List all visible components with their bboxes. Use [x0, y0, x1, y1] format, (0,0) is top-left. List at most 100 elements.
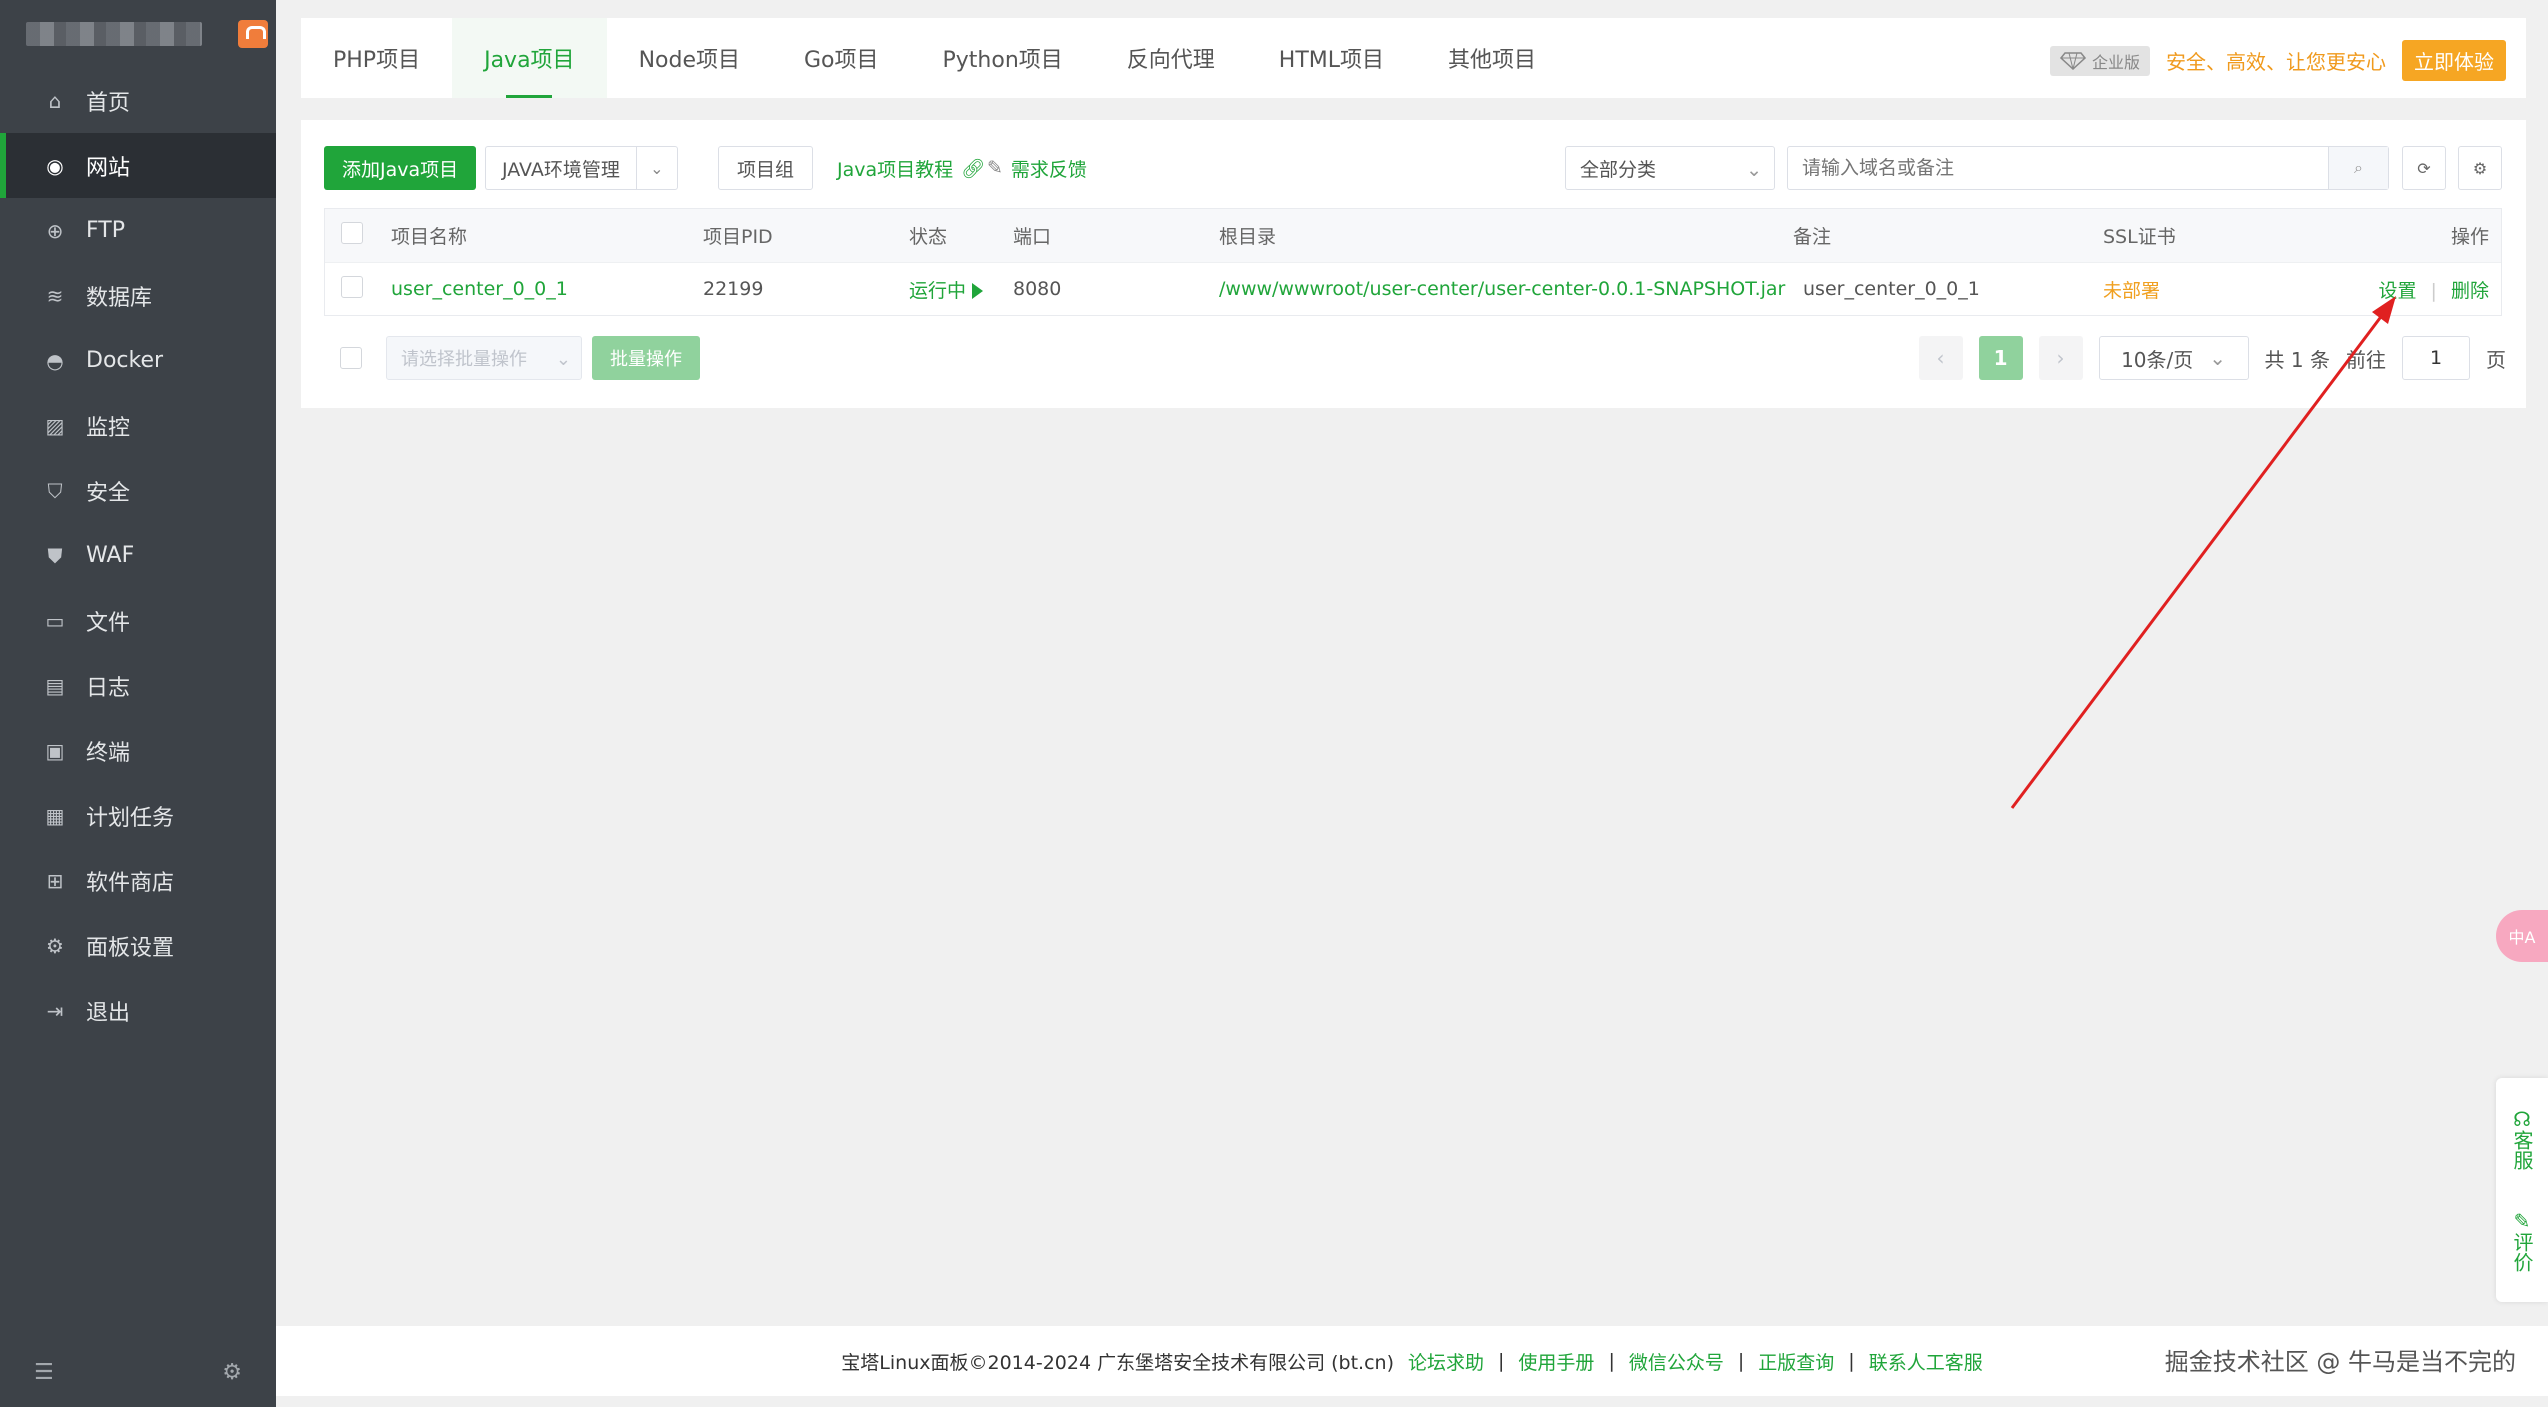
category-select[interactable]: 全部分类 ⌄ [1565, 146, 1775, 190]
translate-icon[interactable]: 中A [2496, 910, 2548, 962]
col-pid: 项目PID [703, 226, 773, 248]
sidebar-settings-icon[interactable]: ⚙ [222, 1360, 242, 1385]
tab-php[interactable]: PHP项目 [301, 18, 452, 98]
sidebar-item-7[interactable]: ⛊ WAF [0, 523, 276, 588]
tab-node[interactable]: Node项目 [607, 18, 772, 98]
project-panel: 添加Java项目 JAVA环境管理 ⌄ 项目组 Java项目教程 🔗︎ ✎ 需求… [301, 120, 2526, 408]
chevron-down-icon: ⌄ [555, 349, 571, 370]
bulk-action-placeholder: 请选择批量操作 [401, 349, 527, 370]
chevron-down-icon: ⌄ [1746, 159, 1762, 181]
tab-java[interactable]: Java项目 [452, 18, 607, 98]
sidebar-item-label: 面板设置 [86, 935, 175, 961]
col-root: 根目录 [1219, 226, 1277, 248]
feedback-link[interactable]: ✎ 需求反馈 [987, 146, 1087, 190]
sidebar-item-11[interactable]: ▦ 计划任务 [0, 783, 276, 848]
sidebar-item-2[interactable]: ⊕ FTP [0, 198, 276, 263]
project-group-button[interactable]: 项目组 [718, 146, 814, 190]
page-size-value: 10条/页 [2121, 347, 2194, 372]
sidebar-item-label: 数据库 [86, 285, 153, 311]
tab-python[interactable]: Python项目 [911, 18, 1095, 98]
select-all-checkbox[interactable] [341, 222, 363, 244]
globe-icon: ◉ [46, 153, 64, 178]
collapse-menu-icon[interactable]: ☰ [34, 1360, 54, 1385]
settings-link[interactable]: 设置 [2378, 280, 2416, 302]
footer-link-support[interactable]: 联系人工客服 [1869, 1348, 1983, 1375]
external-link-icon: 🔗︎ [961, 157, 986, 180]
goto-suffix: 页 [2486, 347, 2506, 372]
bulk-action-button[interactable]: 批量操作 [592, 336, 700, 380]
prev-page-icon[interactable]: ‹ [1918, 336, 1963, 380]
sidebar-item-6[interactable]: ⛉ 安全 [0, 458, 276, 523]
footer-link-manual[interactable]: 使用手册 [1518, 1348, 1594, 1375]
project-table: 项目名称 项目PID 状态 端口 根目录 备注 SSL证书 操作 user_ce… [324, 208, 2502, 316]
search-input[interactable] [1788, 147, 2328, 189]
tab-other[interactable]: 其他项目 [1416, 18, 1568, 98]
main-area: PHP项目 Java项目 Node项目 Go项目 Python项目 反向代理 H… [276, 0, 2548, 1407]
refresh-icon[interactable]: ⟳ [2402, 146, 2446, 190]
try-now-button[interactable]: 立即体验 [2402, 40, 2506, 81]
notification-badge-icon[interactable] [238, 20, 268, 48]
col-port: 端口 [1013, 226, 1052, 248]
search-icon[interactable]: ⌕ [2328, 147, 2388, 189]
footer-divider: | [1608, 1350, 1615, 1372]
sidebar-item-1[interactable]: ◉ 网站 [0, 133, 276, 198]
footer-link-wechat[interactable]: 微信公众号 [1629, 1348, 1724, 1375]
row-checkbox[interactable] [341, 275, 363, 298]
project-note[interactable]: user_center_0_0_1 [1793, 278, 2103, 300]
review-button[interactable]: ✎ 评价 [2510, 1210, 2534, 1272]
sidebar-item-label: 网站 [86, 155, 131, 181]
sidebar-item-label: 日志 [86, 675, 131, 701]
sidebar-item-10[interactable]: ▣ 终端 [0, 718, 276, 783]
sidebar-item-0[interactable]: ⌂ 首页 [0, 68, 276, 133]
sidebar-item-12[interactable]: ⊞ 软件商店 [0, 848, 276, 913]
enterprise-promo: 企业版 安全、高效、让您更安心 立即体验 [2049, 40, 2506, 81]
headset-icon: ☊ [2513, 1107, 2531, 1131]
col-ssl: SSL证书 [2103, 226, 2176, 248]
customer-service-label: 客服 [2510, 1130, 2534, 1170]
enterprise-badge: 企业版 [2049, 45, 2150, 76]
watermark: 掘金技术社区 @ 牛马是当不完的 [2164, 1348, 2516, 1376]
col-name: 项目名称 [391, 226, 468, 248]
tab-reverse-proxy[interactable]: 反向代理 [1095, 18, 1247, 98]
goto-page-input[interactable] [2402, 336, 2470, 380]
footer-link-license[interactable]: 正版查询 [1758, 1348, 1834, 1375]
bulk-action-select[interactable]: 请选择批量操作 ⌄ [386, 336, 582, 380]
tab-html[interactable]: HTML项目 [1247, 18, 1416, 98]
status-toggle[interactable]: 运行中 [909, 276, 1013, 303]
customer-service-button[interactable]: ☊ 客服 [2510, 1107, 2534, 1170]
java-env-button[interactable]: JAVA环境管理 [485, 146, 636, 190]
sidebar-item-8[interactable]: ▭ 文件 [0, 588, 276, 653]
delete-link[interactable]: 删除 [2451, 280, 2489, 302]
calendar-icon: ▦ [45, 803, 65, 828]
tab-go[interactable]: Go项目 [772, 18, 911, 98]
col-status: 状态 [909, 226, 948, 248]
sidebar-item-5[interactable]: ▨ 监控 [0, 393, 276, 458]
logo-area [0, 0, 276, 68]
chevron-down-icon[interactable]: ⌄ [635, 146, 678, 190]
root-dir-link[interactable]: /www/wwwroot/user-center/user-center-0.0… [1219, 278, 1793, 300]
enterprise-label: 企业版 [2091, 52, 2140, 72]
bulk-select-checkbox[interactable] [340, 347, 362, 369]
next-page-icon[interactable]: › [2038, 336, 2083, 380]
table-settings-icon[interactable]: ⚙ [2458, 146, 2502, 190]
action-divider: | [2430, 279, 2437, 302]
sidebar-item-label: 终端 [86, 740, 131, 766]
sidebar-item-3[interactable]: ≋ 数据库 [0, 263, 276, 328]
java-tutorial-link[interactable]: Java项目教程 🔗︎ [837, 146, 985, 190]
gear-icon: ⚙ [46, 933, 64, 958]
sidebar-item-14[interactable]: ⇥ 退出 [0, 978, 276, 1043]
sidebar-item-13[interactable]: ⚙ 面板设置 [0, 913, 276, 978]
add-java-project-button[interactable]: 添加Java项目 [324, 146, 477, 190]
project-name-link[interactable]: user_center_0_0_1 [391, 278, 703, 300]
play-icon [972, 283, 984, 299]
sidebar-item-9[interactable]: ▤ 日志 [0, 653, 276, 718]
sidebar-item-label: WAF [86, 543, 135, 568]
java-env-dropdown[interactable]: JAVA环境管理 ⌄ [485, 146, 678, 190]
footer-link-forum[interactable]: 论坛求助 [1408, 1348, 1484, 1375]
ssl-status-link[interactable]: 未部署 [2103, 276, 2353, 303]
sidebar-item-label: 软件商店 [86, 870, 175, 896]
server-name-blurred [26, 22, 202, 46]
sidebar-item-4[interactable]: ◓ Docker [0, 328, 276, 393]
current-page[interactable]: 1 [1978, 336, 2023, 380]
page-size-select[interactable]: 10条/页 ⌄ [2098, 336, 2249, 380]
